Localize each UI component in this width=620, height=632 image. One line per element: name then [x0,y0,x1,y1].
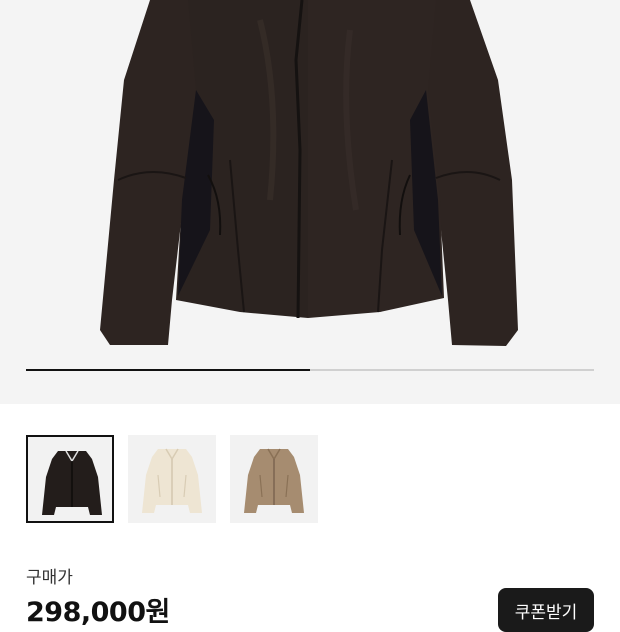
gallery-progress-bar [26,369,594,371]
product-image-gallery[interactable] [0,0,620,404]
jacket-image [100,0,518,346]
thumbnail-khaki[interactable] [230,435,318,523]
thumbnail-cream[interactable] [128,435,216,523]
coupon-button[interactable]: 쿠폰받기 [498,588,594,632]
price-value: 298,000원 [26,597,170,628]
price-label: 구매가 [26,568,73,588]
thumbnail-black[interactable] [26,435,114,523]
gallery-progress-fill [26,369,310,371]
